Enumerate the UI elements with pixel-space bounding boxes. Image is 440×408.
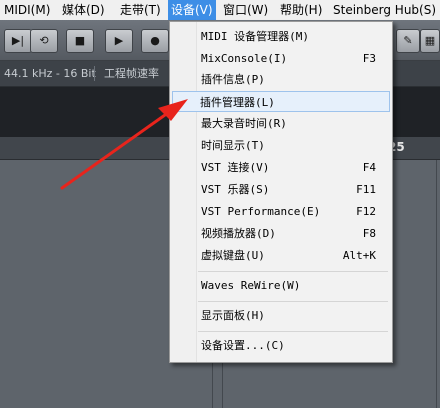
go-to-start-button[interactable]: ▶| [4, 29, 32, 53]
menu-item-label: MixConsole(I) [201, 52, 288, 65]
menu-midi[interactable]: MIDI(M) [4, 0, 50, 20]
play-button[interactable]: ▶ [105, 29, 133, 53]
record-icon: ● [150, 34, 160, 47]
menu-item-label: 视频播放器(D) [201, 227, 276, 240]
menu-item-vst-performance[interactable]: VST Performance(E) F12 [172, 201, 390, 222]
menu-window[interactable]: 窗口(W) [223, 0, 268, 20]
stop-button[interactable]: ■ [66, 29, 94, 53]
menu-item-virtual-keyboard[interactable]: 虚拟键盘(U) Alt+K [172, 245, 390, 266]
menu-item-plugin-manager[interactable]: 插件管理器(L) [172, 91, 390, 112]
record-button[interactable]: ● [141, 29, 169, 53]
menu-item-mixconsole[interactable]: MixConsole(I) F3 [172, 48, 390, 69]
menu-item-video-player[interactable]: 视频播放器(D) F8 [172, 223, 390, 244]
menu-media[interactable]: 媒体(D) [62, 0, 105, 20]
menu-item-label: 显示面板(H) [201, 309, 265, 322]
menu-item-label: 最大录音时间(R) [201, 117, 287, 130]
tool-button[interactable]: ✎ [396, 29, 420, 53]
stop-icon: ■ [74, 34, 86, 47]
play-icon: ▶ [114, 34, 124, 47]
menu-item-shortcut: F11 [356, 183, 376, 196]
menu-devices[interactable]: 设备(V) [168, 0, 216, 20]
sample-format: 44.1 kHz - 16 Bit [4, 67, 96, 80]
menu-item-label: 时间显示(T) [201, 139, 265, 152]
menu-item-shortcut: F12 [356, 205, 376, 218]
menu-transport[interactable]: 走带(T) [120, 0, 161, 20]
menu-item-label: 插件信息(P) [201, 73, 265, 86]
menu-item-vst-instruments[interactable]: VST 乐器(S) F11 [172, 179, 390, 200]
menu-item-shortcut: F4 [362, 161, 376, 174]
menu-item-label: 设备设置...(C) [201, 339, 285, 352]
menu-item-label: VST 乐器(S) [201, 183, 270, 196]
menu-item-label: MIDI 设备管理器(M) [201, 30, 309, 43]
grid-icon: ▦ [424, 34, 436, 47]
cycle-button[interactable]: ⟲ [30, 29, 58, 53]
menu-item-show-panel[interactable]: 显示面板(H) [172, 305, 390, 326]
menu-separator [198, 301, 388, 302]
menu-item-shortcut: F8 [362, 227, 376, 240]
menu-separator [198, 331, 388, 332]
menu-item-label: 插件管理器(L) [200, 96, 275, 109]
menu-item-time-display[interactable]: 时间显示(T) [172, 135, 390, 156]
divider [94, 66, 95, 81]
menu-separator [198, 271, 388, 272]
menu-steinberg-hub[interactable]: Steinberg Hub(S) [333, 0, 436, 20]
menu-item-shortcut: F3 [362, 52, 376, 65]
devices-dropdown-menu: MIDI 设备管理器(M) MixConsole(I) F3 插件信息(P) 插… [169, 21, 393, 363]
menu-bar: MIDI(M) 媒体(D) 走带(T) 设备(V) 窗口(W) 帮助(H) St… [0, 0, 440, 21]
edit-tool-icon: ✎ [403, 34, 413, 47]
menu-item-shortcut: Alt+K [342, 249, 376, 262]
settings-button[interactable]: ▦ [420, 29, 440, 53]
menu-item-device-setup[interactable]: 设备设置...(C) [172, 335, 390, 356]
menu-item-waves-rewire[interactable]: Waves ReWire(W) [172, 275, 390, 296]
menu-item-label: Waves ReWire(W) [201, 279, 301, 292]
grid-line [436, 160, 437, 408]
menu-item-plugin-info[interactable]: 插件信息(P) [172, 69, 390, 90]
skip-back-icon: ▶| [11, 34, 25, 47]
menu-item-midi-device-manager[interactable]: MIDI 设备管理器(M) [172, 26, 390, 47]
menu-item-max-record-time[interactable]: 最大录音时间(R) [172, 113, 390, 134]
menu-item-vst-connections[interactable]: VST 连接(V) F4 [172, 157, 390, 178]
menu-item-label: 虚拟键盘(U) [201, 249, 265, 262]
menu-item-label: VST 连接(V) [201, 161, 270, 174]
cycle-icon: ⟲ [39, 34, 49, 47]
frame-rate-label: 工程帧速率 [104, 67, 159, 80]
menu-item-label: VST Performance(E) [201, 205, 321, 218]
menu-help[interactable]: 帮助(H) [280, 0, 322, 20]
